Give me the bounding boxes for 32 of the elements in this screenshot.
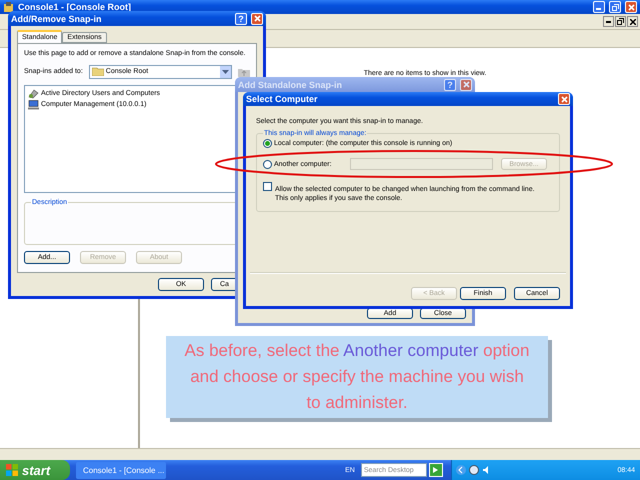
restore-button[interactable]	[615, 16, 626, 27]
close-icon	[560, 96, 568, 102]
taskbar-task[interactable]: Console1 - [Console ...	[76, 462, 166, 478]
play-icon	[433, 467, 438, 473]
go-button[interactable]	[428, 463, 443, 477]
minimize-button[interactable]	[603, 16, 614, 27]
caret-icon	[222, 70, 229, 74]
folder-up-icon[interactable]	[238, 66, 250, 77]
folder-icon	[92, 67, 104, 76]
dialog-title: Add/Remove Snap-in	[11, 14, 103, 24]
checkbox[interactable]	[263, 182, 272, 191]
close-icon	[628, 4, 634, 10]
close-button[interactable]	[627, 16, 638, 27]
caption-text: As before, select the Another computer option and choose or specify the machine you wish to administer.	[184, 340, 530, 414]
dialog-title: Add Standalone Snap-in	[238, 80, 344, 90]
minimize-icon	[606, 20, 611, 22]
console-icon	[3, 2, 14, 12]
close-icon	[462, 81, 470, 88]
restore-icon	[617, 18, 624, 25]
radio-button[interactable]	[263, 160, 272, 168]
dialog-title: Select Computer	[246, 94, 319, 104]
radio-button[interactable]	[263, 139, 272, 148]
windows-flag-icon	[6, 464, 18, 476]
help-button[interactable]: ?	[235, 12, 247, 24]
close-icon	[254, 15, 260, 22]
close-icon	[630, 18, 636, 24]
directory-icon	[28, 88, 39, 99]
window-title: Console1 - [Console Root]	[18, 2, 132, 12]
restore-icon	[612, 4, 618, 10]
chevron-icon[interactable]	[456, 465, 466, 475]
computer-icon	[28, 100, 39, 110]
network-icon[interactable]	[468, 465, 479, 475]
